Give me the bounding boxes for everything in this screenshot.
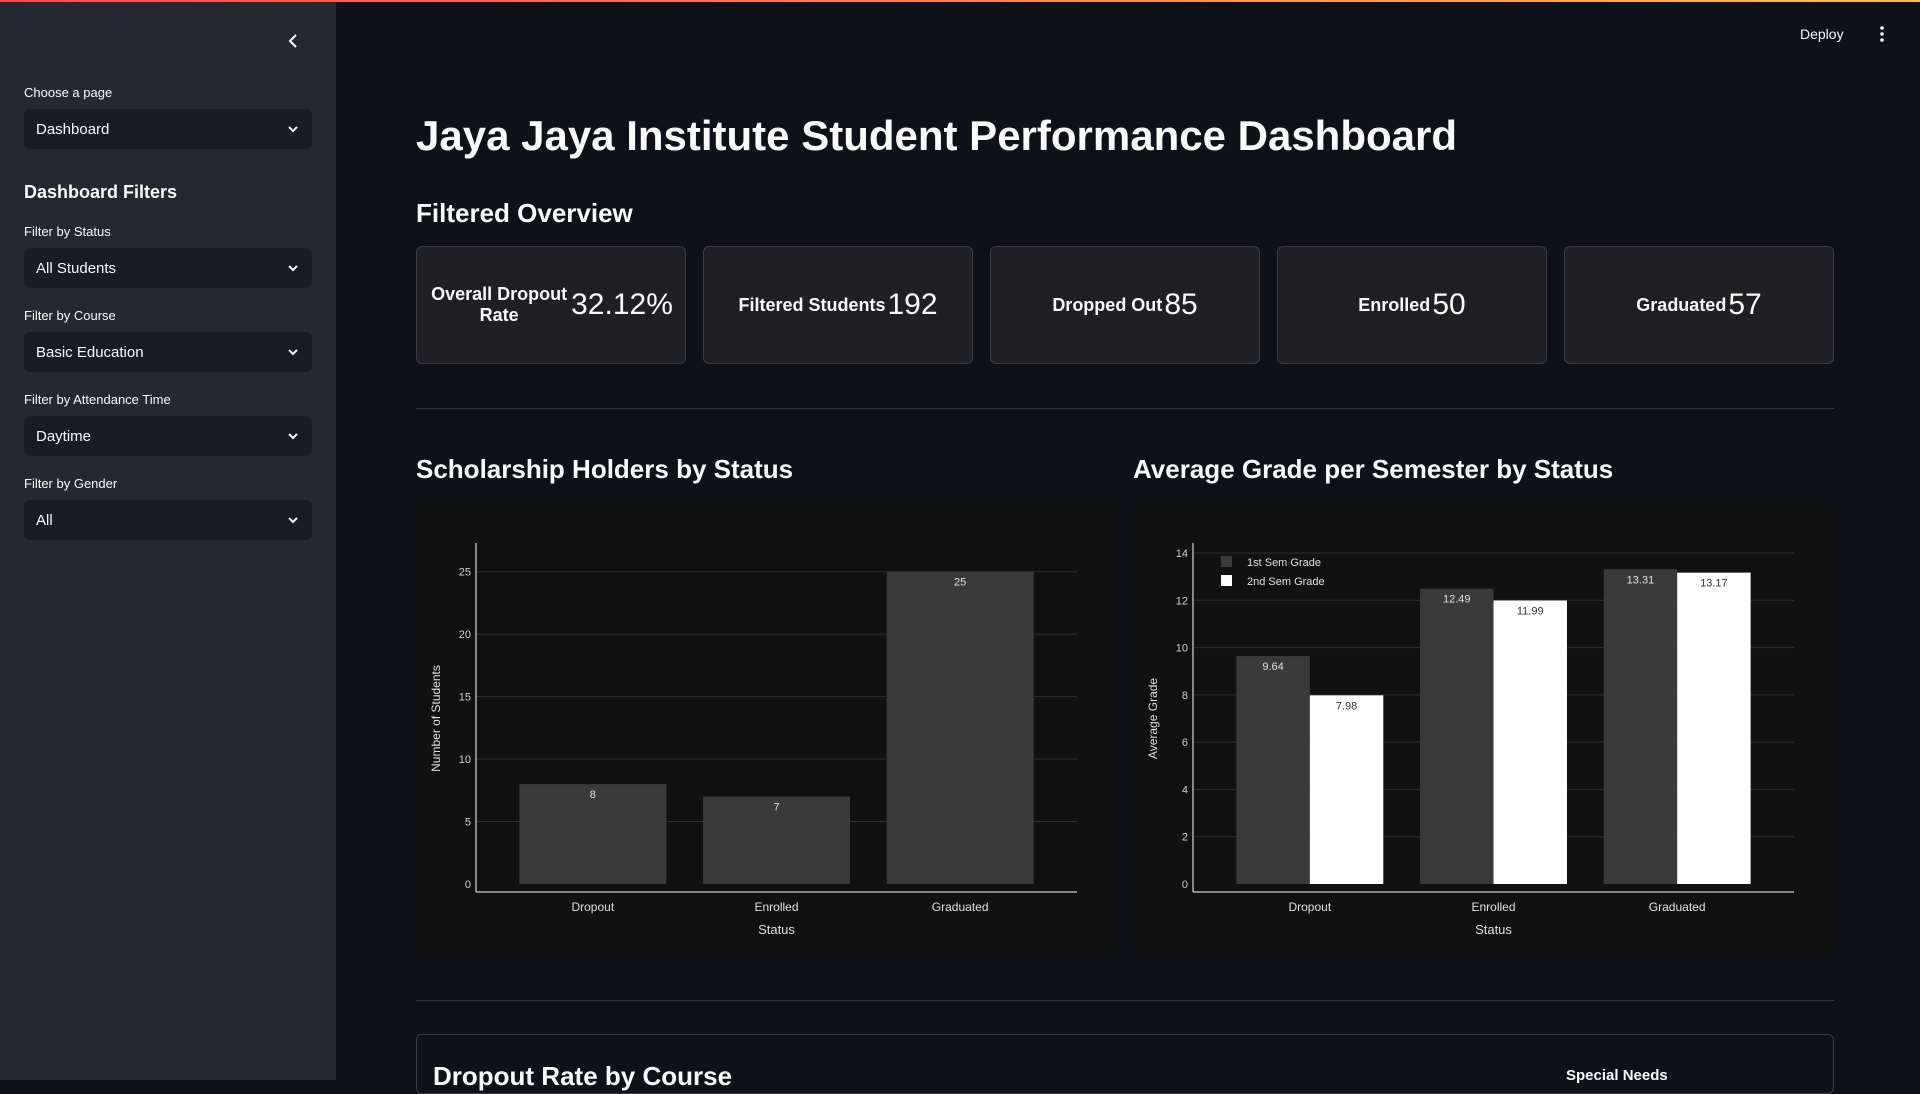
legend-swatch: [1221, 556, 1232, 567]
metric-label: Dropped Out: [1052, 294, 1163, 315]
data-label: 7: [773, 802, 779, 814]
filter-course-label: Filter by Course: [24, 308, 116, 323]
data-label: 11.99: [1517, 606, 1544, 618]
scholarship-chart-container: 0 5 10 15 20 25 8 Dropout 7 Enrolled 25 Graduated St…: [416, 505, 1116, 953]
x-tick-label: Enrolled: [1471, 900, 1515, 914]
bar: [1493, 600, 1567, 884]
metric-value: 192: [887, 288, 938, 321]
x-tick-label: Graduated: [1649, 900, 1706, 914]
chevron-down-icon: [288, 433, 298, 440]
bar: [1603, 569, 1678, 884]
y-tick-label: 2: [1182, 832, 1188, 844]
dashboard-filters-heading: Dashboard Filters: [24, 182, 178, 202]
data-label: 13.17: [1700, 578, 1728, 590]
y-tick-label: 0: [465, 879, 471, 891]
overview-heading: Filtered Overview: [416, 198, 633, 228]
y-tick-label: 14: [1176, 548, 1188, 560]
page-title: Jaya Jaya Institute Student Performance …: [416, 112, 1457, 159]
data-label: 7.98: [1336, 700, 1357, 712]
x-tick-label: Dropout: [1288, 900, 1331, 914]
metric-value: 32.12%: [571, 288, 673, 321]
data-label: 25: [954, 577, 966, 589]
x-axis-title: Status: [758, 922, 795, 937]
scholarship-chart[interactable]: 0 5 10 15 20 25 8 Dropout 7 Enrolled 25 Graduated St…: [416, 505, 1116, 953]
filter-gender-label: Filter by Gender: [24, 476, 118, 491]
x-tick-label: Graduated: [932, 900, 989, 914]
y-axis-title: Number of Students: [429, 665, 443, 772]
y-tick-label: 10: [1176, 643, 1188, 655]
divider: [416, 408, 1834, 409]
data-label: 8: [590, 789, 596, 801]
bar: [1236, 656, 1310, 884]
y-tick-label: 15: [459, 692, 471, 704]
filter-attendance-label: Filter by Attendance Time: [24, 392, 171, 407]
filter-gender-value: All: [36, 511, 53, 529]
y-axis-title: Average Grade: [1146, 678, 1160, 759]
metric-label: Graduated: [1636, 294, 1727, 315]
data-label: 12.49: [1443, 594, 1471, 606]
filter-status-value: All Students: [36, 259, 117, 277]
collapse-sidebar-icon[interactable]: [281, 30, 305, 54]
metric-card-graduated: Graduated 57: [1564, 246, 1834, 364]
chart2-heading: Average Grade per Semester by Status: [1133, 454, 1614, 484]
x-tick-label: Enrolled: [754, 900, 798, 914]
chevron-down-icon: [288, 265, 298, 272]
y-tick-label: 25: [459, 567, 471, 579]
metric-value: 85: [1164, 288, 1198, 321]
metric-label: Enrolled: [1358, 294, 1431, 315]
legend-label: 2nd Sem Grade: [1247, 576, 1325, 588]
filter-course-select[interactable]: Basic Education: [24, 332, 312, 372]
metric-label: Overall Dropout Rate: [431, 284, 568, 325]
bar: [1677, 572, 1751, 884]
grade-chart[interactable]: 0 2 4 6 8 10 12 14 9.64 7.98 Dropout 12.49 11.99 Enro…: [1133, 505, 1834, 953]
bar: [1309, 695, 1384, 884]
metric-card-dropout-rate: Overall Dropout Rate 32.12%: [416, 246, 686, 364]
legend-label: 1st Sem Grade: [1247, 557, 1321, 569]
metric-value: 57: [1728, 288, 1762, 321]
y-tick-label: 0: [1182, 879, 1188, 891]
y-tick-label: 12: [1176, 595, 1188, 607]
sidebar: Choose a page Dashboard Dashboard Filter…: [0, 2, 336, 1080]
data-label: 13.31: [1627, 574, 1655, 586]
x-axis-title: Status: [1475, 922, 1512, 937]
bar: [1420, 588, 1494, 884]
filter-gender-select[interactable]: All: [24, 500, 312, 540]
deploy-button[interactable]: Deploy: [1800, 26, 1844, 42]
filter-course-value: Basic Education: [36, 343, 144, 361]
metric-value: 50: [1432, 288, 1466, 321]
metric-card-dropped-out: Dropped Out 85: [990, 246, 1260, 364]
metric-label: Filtered Students: [738, 294, 886, 315]
y-tick-label: 6: [1182, 737, 1188, 749]
chart1-heading: Scholarship Holders by Status: [416, 454, 794, 484]
bar: [886, 571, 1034, 884]
choose-page-label: Choose a page: [24, 85, 113, 100]
legend-swatch: [1221, 575, 1232, 586]
chevron-down-icon: [288, 126, 298, 133]
chevron-down-icon: [288, 517, 298, 524]
y-tick-label: 8: [1182, 690, 1188, 702]
divider: [416, 1000, 1834, 1001]
data-label: 9.64: [1262, 661, 1283, 673]
y-tick-label: 5: [465, 817, 471, 829]
more-options-icon[interactable]: [1874, 24, 1890, 44]
choose-page-value: Dashboard: [36, 120, 110, 138]
grade-chart-container: 0 2 4 6 8 10 12 14 9.64 7.98 Dropout 12.49 11.99 Enro…: [1133, 505, 1834, 953]
filter-attendance-select[interactable]: Daytime: [24, 416, 312, 456]
filter-status-select[interactable]: All Students: [24, 248, 312, 288]
y-tick-label: 10: [459, 754, 471, 766]
filter-attendance-value: Daytime: [36, 427, 92, 445]
dropout-rate-by-course-heading: Dropout Rate by Course: [433, 1061, 733, 1091]
dropout-rate-by-course-card: Dropout Rate by Course Special Needs: [416, 1034, 1834, 1094]
metric-card-filtered-students: Filtered Students 192: [703, 246, 973, 364]
special-needs-label: Special Needs: [1566, 1067, 1668, 1084]
x-tick-label: Dropout: [571, 900, 614, 914]
choose-page-select[interactable]: Dashboard: [24, 109, 312, 149]
y-tick-label: 4: [1182, 784, 1188, 796]
filter-status-label: Filter by Status: [24, 224, 111, 239]
metric-card-enrolled: Enrolled 50: [1277, 246, 1547, 364]
y-tick-label: 20: [459, 629, 471, 641]
chevron-down-icon: [288, 349, 298, 356]
